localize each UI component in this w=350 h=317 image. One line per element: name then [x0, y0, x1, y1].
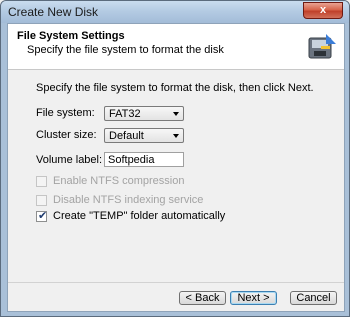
dialog-body: File System Settings Specify the file sy…	[7, 23, 345, 312]
volume-label-label: Volume label:	[36, 154, 103, 166]
window-title: Create New Disk	[8, 5, 99, 19]
checkbox-box[interactable]	[36, 195, 47, 206]
dialog-window: Create New Disk x File System Settings S…	[0, 0, 350, 317]
title-bar[interactable]: Create New Disk x	[1, 1, 349, 23]
instruction-text: Specify the file system to format the di…	[36, 82, 314, 94]
cancel-button[interactable]: Cancel	[290, 291, 337, 305]
footer-divider	[8, 282, 344, 283]
next-button[interactable]: Next >	[230, 291, 277, 305]
cluster-size-label: Cluster size:	[36, 129, 97, 141]
back-button[interactable]: < Back	[179, 291, 226, 305]
file-system-select[interactable]: FAT32	[104, 106, 184, 121]
checkmark-icon: ✔	[38, 210, 48, 222]
checkbox-box[interactable]	[36, 176, 47, 187]
close-button[interactable]: x	[303, 2, 343, 19]
checkbox-label: Create "TEMP" folder automatically	[53, 210, 226, 222]
wizard-header: File System Settings Specify the file sy…	[8, 24, 344, 70]
file-system-label: File system:	[36, 107, 95, 119]
close-icon: x	[319, 4, 327, 16]
page-title: File System Settings	[17, 30, 125, 42]
checkbox-label: Disable NTFS indexing service	[53, 194, 204, 206]
file-system-value: FAT32	[109, 108, 141, 120]
chevron-down-icon	[173, 112, 179, 116]
cluster-size-value: Default	[109, 130, 144, 142]
chevron-down-icon	[173, 134, 179, 138]
volume-label-input[interactable]: Softpedia	[104, 152, 184, 167]
volume-label-value: Softpedia	[108, 154, 155, 166]
cluster-size-select[interactable]: Default	[104, 128, 184, 143]
checkbox-label: Enable NTFS compression	[53, 175, 185, 187]
checkbox-box[interactable]: ✔	[36, 210, 48, 222]
disk-format-icon	[308, 34, 336, 59]
page-subtitle: Specify the file system to format the di…	[27, 44, 224, 56]
